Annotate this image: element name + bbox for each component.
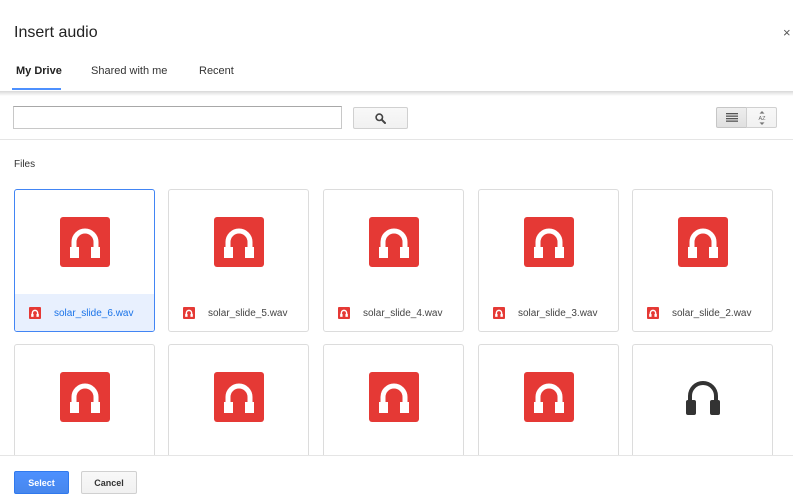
audio-file-small-icon [29, 307, 41, 319]
audio-file-small-icon [338, 307, 350, 319]
tab-bar: My Drive Shared with me Recent [0, 58, 793, 92]
file-thumbnail [633, 190, 772, 294]
active-tab-indicator [12, 88, 61, 90]
file-caption: solar_slide_2.wav [633, 294, 772, 331]
close-icon[interactable]: × [783, 25, 791, 40]
file-thumbnail [479, 190, 618, 294]
audio-file-icon [523, 372, 574, 422]
file-thumbnail [479, 345, 618, 449]
file-caption: solar_slide_6.wav [15, 294, 154, 331]
search-button[interactable] [353, 107, 408, 129]
toolbar: AZ [0, 96, 793, 140]
tab-shared-with-me[interactable]: Shared with me [91, 65, 167, 92]
audio-file-icon [523, 217, 574, 267]
cancel-button[interactable]: Cancel [81, 471, 137, 494]
file-thumbnail [169, 190, 308, 294]
audio-file-small-icon [183, 307, 195, 319]
select-button[interactable]: Select [14, 471, 69, 494]
file-tile[interactable] [478, 344, 619, 455]
file-thumbnail [15, 190, 154, 294]
tab-recent[interactable]: Recent [199, 65, 234, 92]
file-name: solar_slide_5.wav [208, 307, 288, 319]
dialog-footer: Select Cancel [0, 455, 793, 499]
file-tile-solar-slide-2[interactable]: solar_slide_2.wav [632, 189, 773, 332]
audio-file-small-icon [493, 307, 505, 319]
file-thumbnail [633, 345, 772, 449]
file-thumbnail [324, 190, 463, 294]
file-tile[interactable] [323, 344, 464, 455]
file-tile-solar-slide-6[interactable]: solar_slide_6.wav [14, 189, 155, 332]
file-thumbnail [15, 345, 154, 449]
file-name: solar_slide_6.wav [54, 307, 134, 319]
file-name: solar_slide_3.wav [518, 307, 598, 319]
file-caption: solar_slide_4.wav [324, 294, 463, 331]
audio-file-icon [59, 372, 110, 422]
file-tile-solar-slide-4[interactable]: solar_slide_4.wav [323, 189, 464, 332]
audio-file-icon [59, 217, 110, 267]
file-caption: solar_slide_3.wav [479, 294, 618, 331]
file-name: solar_slide_4.wav [363, 307, 443, 319]
file-tile-solar-slide-3[interactable]: solar_slide_3.wav [478, 189, 619, 332]
sort-az-icon: AZ [758, 110, 766, 125]
file-caption: solar_slide_5.wav [169, 294, 308, 331]
sort-button[interactable]: AZ [746, 107, 777, 128]
file-grid: solar_slide_6.wav solar_slide_5.wav sola… [0, 180, 793, 455]
file-tile[interactable] [14, 344, 155, 455]
search-icon [375, 112, 386, 124]
headphones-icon [685, 381, 720, 415]
audio-file-icon [213, 217, 264, 267]
file-thumbnail [324, 345, 463, 449]
file-thumbnail [169, 345, 308, 449]
audio-file-icon [213, 372, 264, 422]
file-tile[interactable] [632, 344, 773, 455]
file-tile[interactable] [168, 344, 309, 455]
search-input[interactable] [13, 106, 342, 129]
audio-file-small-icon [647, 307, 659, 319]
dialog-title: Insert audio [14, 24, 98, 41]
sort-label: AZ [758, 116, 766, 122]
list-view-button[interactable] [716, 107, 747, 128]
audio-file-icon [368, 372, 419, 422]
file-tile-solar-slide-5[interactable]: solar_slide_5.wav [168, 189, 309, 332]
audio-file-icon [368, 217, 419, 267]
audio-file-icon [677, 217, 728, 267]
file-name: solar_slide_2.wav [672, 307, 752, 319]
list-view-icon [725, 113, 738, 122]
files-section-label: Files [14, 159, 36, 170]
